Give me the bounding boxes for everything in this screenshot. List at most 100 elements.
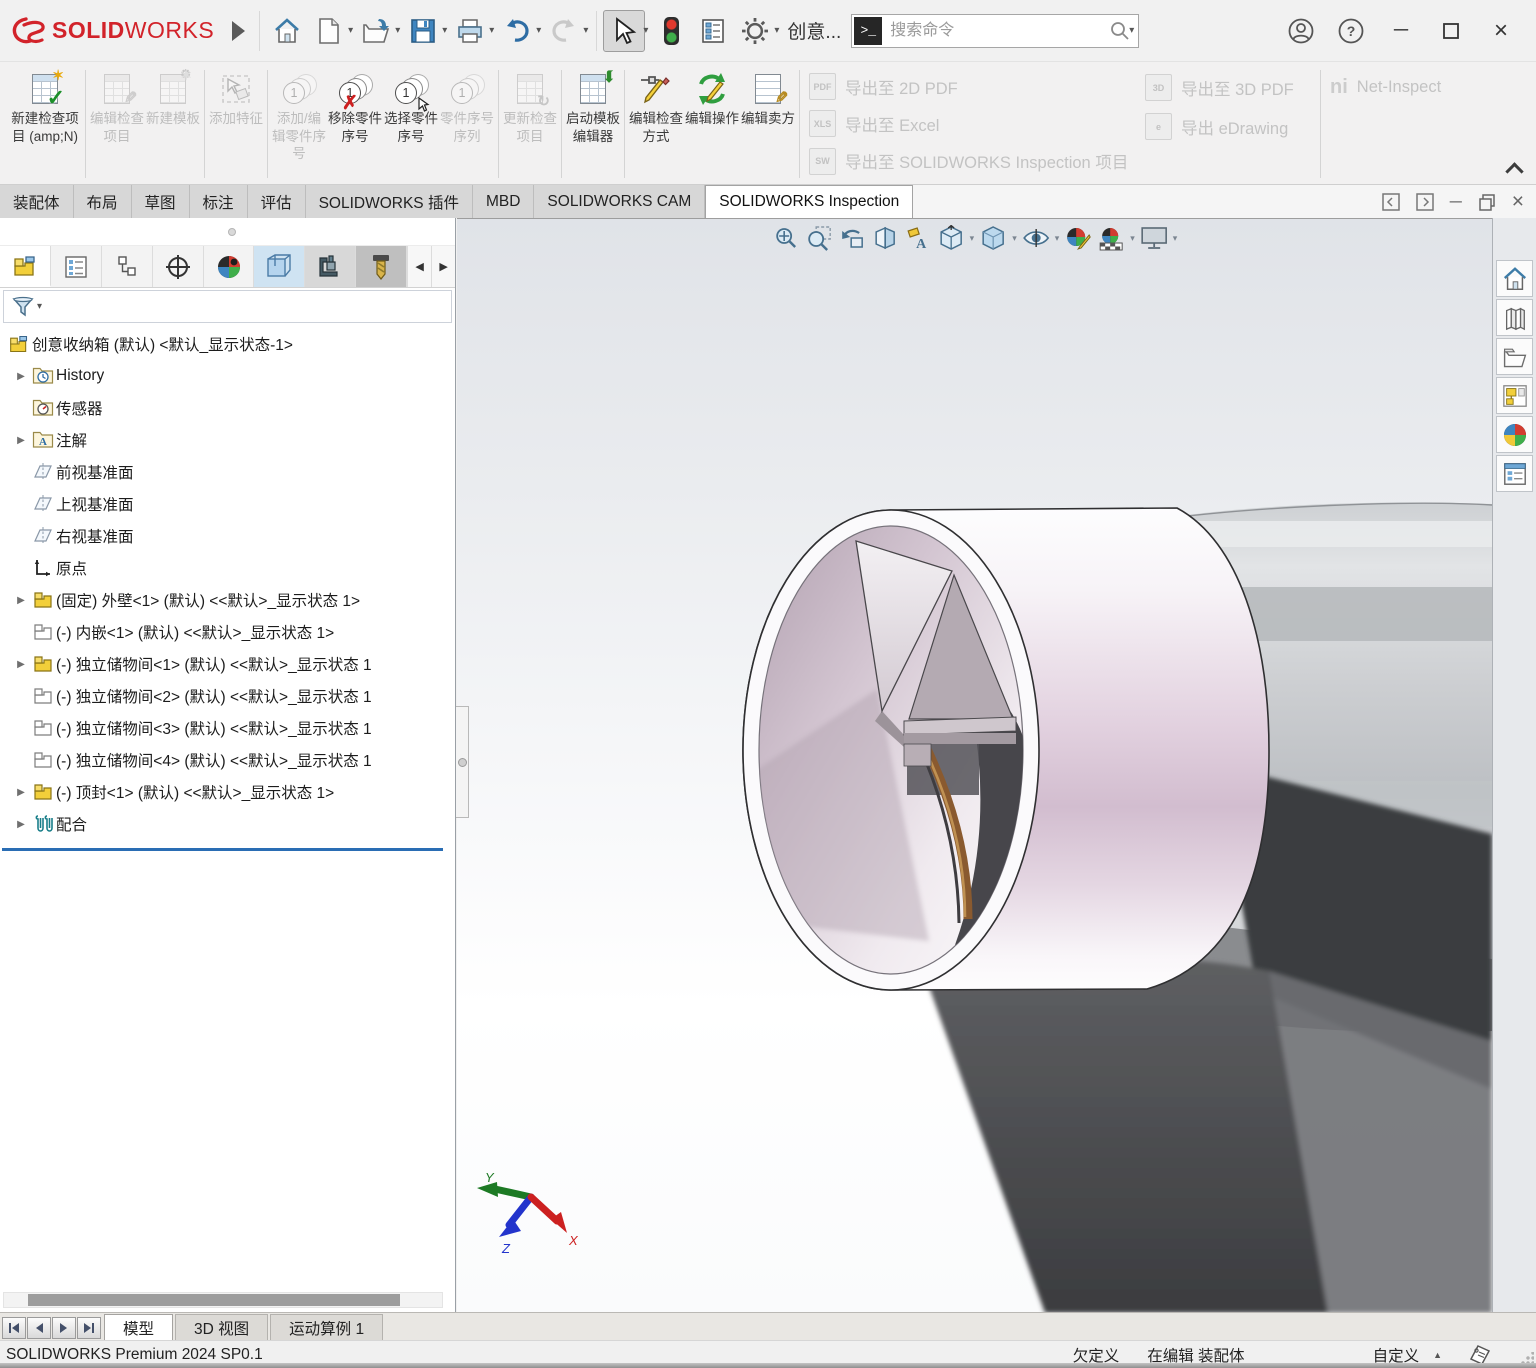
appearances-scenes-button[interactable]	[1496, 416, 1533, 453]
edit-inspection-method-button[interactable]: 编辑检查方式	[628, 66, 684, 182]
minimize-button[interactable]: ─	[1380, 10, 1422, 52]
redo-dropdown[interactable]: ▾	[583, 25, 588, 36]
export-2d-pdf-button[interactable]: PDF 导出至 2D PDF	[809, 68, 1133, 105]
ribbon-collapse-button[interactable]	[1506, 160, 1522, 176]
tab-assembly[interactable]: 装配体	[0, 185, 74, 218]
model-tab[interactable]: 模型	[104, 1314, 173, 1340]
add-edit-balloon-button[interactable]: 1 添加/编辑零件序号	[271, 66, 327, 182]
new-document-dropdown[interactable]: ▾	[348, 25, 353, 36]
display-manager-tab[interactable]	[204, 246, 255, 287]
export-edrawing-button[interactable]: e 导出 eDrawing	[1145, 107, 1311, 146]
motion-study-tab[interactable]: 运动算例 1	[270, 1314, 383, 1340]
search-input[interactable]	[888, 21, 1109, 41]
options-button[interactable]	[734, 10, 776, 52]
export-3d-pdf-button[interactable]: 3D 导出至 3D PDF	[1145, 68, 1311, 107]
undo-dropdown[interactable]: ▾	[536, 25, 541, 36]
tree-item-front-plane[interactable]: 前视基准面	[0, 456, 445, 488]
tree-item-component[interactable]: (-) 内嵌<1> (默认) <<默认>_显示状态 1>	[0, 616, 445, 648]
new-document-button[interactable]	[308, 10, 350, 52]
file-explorer-button[interactable]	[1496, 338, 1533, 375]
expand-arrow-icon[interactable]: ▶	[12, 659, 30, 670]
select-balloon-button[interactable]: 1 选择零件序号	[383, 66, 439, 182]
expand-arrow-icon[interactable]: ▶	[12, 595, 30, 606]
doc-minimize-button[interactable]: ─	[1450, 192, 1462, 212]
tree-item-component[interactable]: (-) 独立储物间<2> (默认) <<默认>_显示状态 1	[0, 680, 445, 712]
tree-item-component[interactable]: ▶ (-) 独立储物间<1> (默认) <<默认>_显示状态 1	[0, 648, 445, 680]
close-button[interactable]: ×	[1480, 10, 1522, 52]
first-tab-button[interactable]	[2, 1317, 26, 1339]
hide-show-items-dropdown[interactable]: ▾	[1055, 233, 1060, 244]
tree-item-top-plane[interactable]: 上视基准面	[0, 488, 445, 520]
apply-scene-button[interactable]	[1096, 223, 1126, 253]
select-tool-dropdown[interactable]: ▾	[643, 25, 648, 36]
view-orientation-button[interactable]	[936, 223, 966, 253]
tree-item-sensors[interactable]: 传感器	[0, 392, 445, 424]
tree-item-right-plane[interactable]: 右视基准面	[0, 520, 445, 552]
options-dropdown[interactable]: ▾	[774, 25, 779, 36]
model-3d-view[interactable]	[457, 219, 1492, 1312]
view-orientation-dropdown[interactable]: ▾	[970, 233, 975, 244]
hide-show-items-button[interactable]	[1021, 223, 1051, 253]
dimxpert-manager-tab[interactable]	[153, 246, 204, 287]
cam-feature-manager-tab[interactable]	[254, 246, 305, 287]
add-feature-button[interactable]: 添加特征	[208, 66, 264, 182]
tab-scroll-right-button[interactable]: ▶	[431, 246, 455, 287]
configuration-manager-tab[interactable]	[102, 246, 153, 287]
tree-item-component[interactable]: (-) 独立储物间<4> (默认) <<默认>_显示状态 1	[0, 744, 445, 776]
last-tab-button[interactable]	[77, 1317, 101, 1339]
zoom-to-fit-button[interactable]	[771, 223, 801, 253]
feature-tree-tab[interactable]	[0, 246, 51, 287]
edit-appearance-button[interactable]	[1063, 223, 1093, 253]
graphics-viewport[interactable]: A ▾ ▾ ▾ ▾ ▾ Y	[457, 218, 1492, 1312]
tree-item-history[interactable]: ▶ History	[0, 360, 445, 392]
home-button[interactable]	[266, 10, 308, 52]
tree-horizontal-scrollbar[interactable]	[3, 1292, 443, 1308]
section-view-button[interactable]	[870, 223, 900, 253]
next-tab-button[interactable]	[52, 1317, 76, 1339]
tree-item-mates[interactable]: ▶ 配合	[0, 808, 445, 840]
new-template-button[interactable]: ⚙✶ 新建模板	[145, 66, 201, 182]
tree-item-origin[interactable]: 原点	[0, 552, 445, 584]
help-button[interactable]: ?	[1330, 10, 1372, 52]
doc-close-button[interactable]: ×	[1512, 190, 1524, 214]
zoom-to-area-button[interactable]	[804, 223, 834, 253]
command-search[interactable]: >_ ▾	[851, 14, 1139, 48]
cam-tool-tab[interactable]	[356, 246, 407, 287]
remove-balloon-button[interactable]: 1✗ 移除零件序号	[327, 66, 383, 182]
doc-restore-button[interactable]	[1478, 193, 1496, 211]
tree-item-annotations[interactable]: ▶ A 注解	[0, 424, 445, 456]
export-inspection-project-button[interactable]: SW 导出至 SOLIDWORKS Inspection 项目	[809, 143, 1133, 180]
display-style-dropdown[interactable]: ▾	[1012, 233, 1017, 244]
display-style-button[interactable]	[978, 223, 1008, 253]
3d-views-tab[interactable]: 3D 视图	[175, 1314, 268, 1340]
tree-root-item[interactable]: 创意收纳箱 (默认) <默认_显示状态-1>	[0, 328, 445, 360]
edit-vendor-button[interactable]: ✎ 编辑卖方	[740, 66, 796, 182]
inspection-manager-tab[interactable]	[305, 246, 356, 287]
toolbar-flyout-arrow-icon[interactable]	[232, 21, 245, 41]
search-dropdown[interactable]: ▾	[1129, 25, 1134, 36]
tab-addins[interactable]: SOLIDWORKS 插件	[306, 185, 473, 218]
rollback-bar[interactable]	[2, 848, 443, 851]
tab-markup[interactable]: 标注	[190, 185, 248, 218]
open-button[interactable]	[355, 10, 397, 52]
previous-tab-button[interactable]	[27, 1317, 51, 1339]
tree-filter-bar[interactable]: ▾	[3, 290, 452, 323]
update-inspection-project-button[interactable]: ↻ 更新检查项目	[502, 66, 558, 182]
open-dropdown[interactable]: ▾	[395, 25, 400, 36]
tab-sketch[interactable]: 草图	[132, 185, 190, 218]
export-excel-button[interactable]: XLS 导出至 Excel	[809, 105, 1133, 142]
custom-properties-button[interactable]	[1496, 455, 1533, 492]
maximize-button[interactable]	[1430, 10, 1472, 52]
panel-splitter-handle[interactable]	[456, 706, 469, 818]
tree-item-component[interactable]: ▶ (-) 顶封<1> (默认) <<默认>_显示状态 1>	[0, 776, 445, 808]
task-list-button[interactable]	[692, 10, 734, 52]
hide-show-annotations-button[interactable]: A	[903, 223, 933, 253]
splitter-dot[interactable]	[228, 228, 236, 236]
account-button[interactable]	[1280, 10, 1322, 52]
expand-arrow-icon[interactable]: ▶	[12, 787, 30, 798]
previous-view-button[interactable]	[837, 223, 867, 253]
filter-dropdown[interactable]: ▾	[37, 301, 42, 312]
expand-arrow-icon[interactable]: ▶	[12, 371, 30, 382]
expand-arrow-icon[interactable]: ▶	[12, 435, 30, 446]
expand-arrow-icon[interactable]: ▶	[12, 819, 30, 830]
